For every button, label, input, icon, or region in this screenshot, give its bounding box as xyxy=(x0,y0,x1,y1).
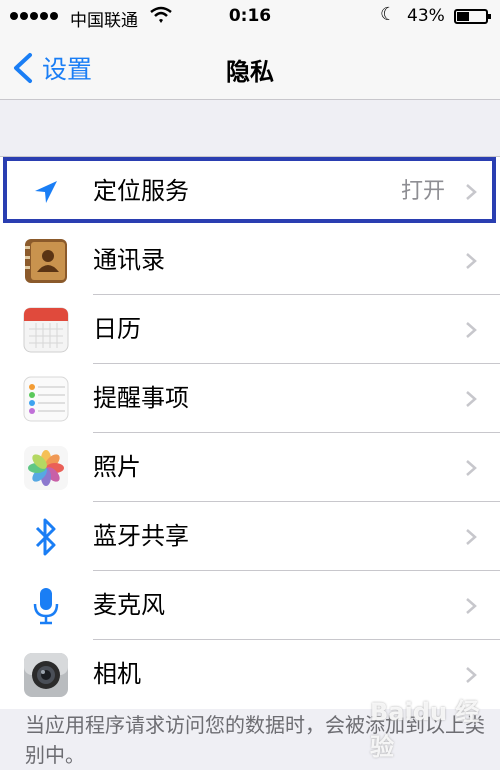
list-item-label: 照片 xyxy=(93,453,141,481)
contacts-icon xyxy=(22,237,70,285)
list-item-reminders[interactable]: 提醒事项 xyxy=(0,364,500,433)
list-item-label: 提醒事项 xyxy=(93,384,189,412)
chevron-right-icon xyxy=(466,184,477,200)
chevron-right-icon xyxy=(466,322,477,338)
photos-icon xyxy=(22,444,70,492)
chevron-right-icon xyxy=(466,598,477,614)
calendar-icon xyxy=(22,306,70,354)
chevron-right-icon xyxy=(466,253,477,269)
list-item-location-services[interactable]: 定位服务 打开 xyxy=(0,157,500,226)
chevron-right-icon xyxy=(466,460,477,476)
location-arrow-icon xyxy=(22,168,70,216)
reminders-icon xyxy=(22,375,70,423)
list-item-label: 日历 xyxy=(93,315,141,343)
list-item-bluetooth-sharing[interactable]: 蓝牙共享 xyxy=(0,502,500,571)
list-item-label: 麦克风 xyxy=(93,591,165,619)
list-item-label: 定位服务 xyxy=(93,177,189,205)
battery-icon xyxy=(454,9,491,24)
baidu-watermark: Baidu 经验 xyxy=(370,698,480,761)
list-item-value: 打开 xyxy=(400,179,445,204)
status-bar: 中国联通 0:16 ☾ 43% xyxy=(0,0,500,34)
list-item-calendar[interactable]: 日历 xyxy=(0,295,500,364)
list-item-label: 相机 xyxy=(93,660,141,688)
list-item-microphone[interactable]: 麦克风 xyxy=(0,571,500,640)
microphone-icon xyxy=(22,582,70,630)
chevron-right-icon xyxy=(466,667,477,683)
list-item-contacts[interactable]: 通讯录 xyxy=(0,226,500,295)
chevron-right-icon xyxy=(466,391,477,407)
chevron-right-icon xyxy=(466,529,477,545)
page-title: 隐私 xyxy=(226,58,274,86)
list-item-label: 蓝牙共享 xyxy=(93,522,189,550)
privacy-settings-list: 定位服务 打开 通讯录 日历 提醒事项 照片 蓝牙共享 麦克风 相机 xyxy=(0,156,500,709)
list-item-label: 通讯录 xyxy=(93,246,165,274)
do-not-disturb-moon-icon: ☾ xyxy=(380,4,397,25)
camera-icon xyxy=(22,651,70,699)
battery-percent: 43% xyxy=(407,6,445,26)
navigation-bar: 设置 隐私 xyxy=(0,34,500,100)
bluetooth-icon xyxy=(22,513,70,561)
list-item-photos[interactable]: 照片 xyxy=(0,433,500,502)
